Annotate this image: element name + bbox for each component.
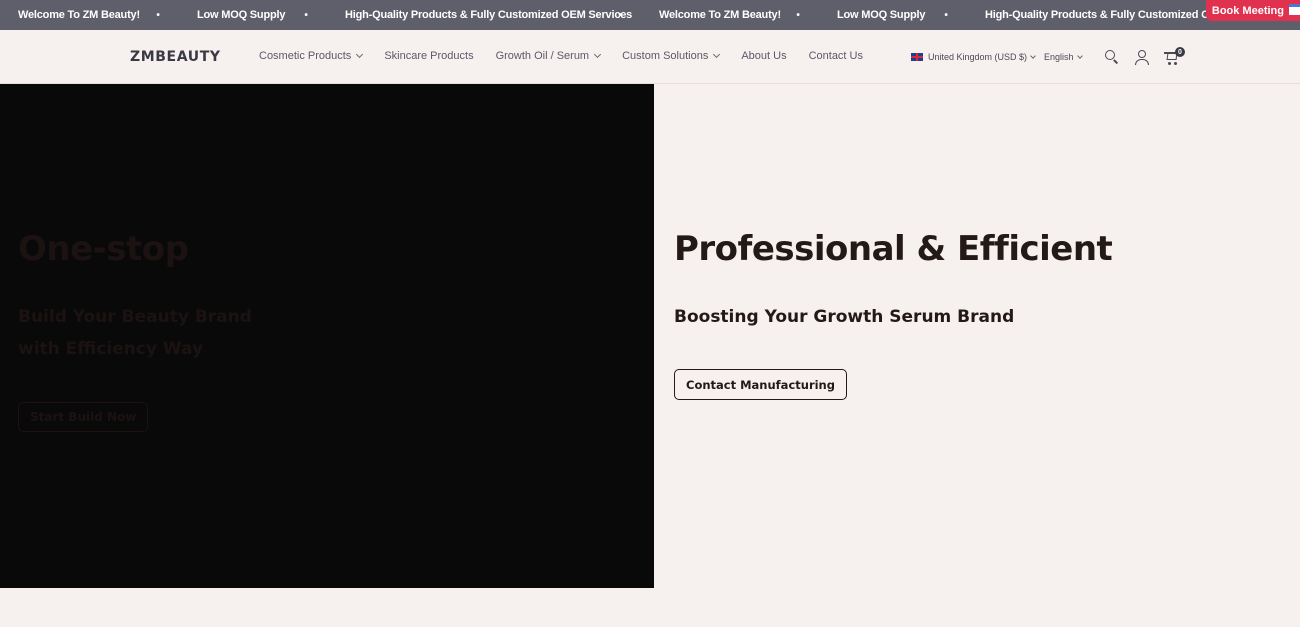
site-header: ZMBEAUTY Cosmetic Products Skincare Prod…: [0, 30, 1300, 84]
uk-flag-icon: [911, 53, 923, 61]
nav-item-cosmetic-products[interactable]: Cosmetic Products: [259, 50, 364, 62]
nav-item-label: Custom Solutions: [622, 50, 709, 62]
announcement-message: Welcome To ZM Beauty!: [659, 9, 781, 21]
nav-item-label: Cosmetic Products: [259, 50, 352, 62]
calendar-icon: [1289, 4, 1300, 15]
account-icon[interactable]: [1134, 49, 1150, 65]
hero-subtitle: Build Your Beauty Brand with Efficiency …: [18, 301, 318, 365]
nav-item-growth-oil-serum[interactable]: Growth Oil / Serum: [495, 50, 602, 62]
nav-item-about-us[interactable]: About Us: [741, 50, 786, 62]
language-label: English: [1044, 52, 1074, 62]
hero-subtitle-line: Build Your Beauty Brand: [18, 307, 252, 327]
announcement-bar: Welcome To ZM Beauty! • Low MOQ Supply •…: [0, 0, 1300, 30]
hero-subtitle-line: with Efficiency Way: [18, 339, 204, 359]
nav-item-label: Skincare Products: [384, 50, 474, 62]
announcement-message: Welcome To ZM Beauty!: [18, 9, 140, 21]
book-meeting-button[interactable]: Book Meeting: [1205, 0, 1300, 21]
brand-logo[interactable]: ZMBEAUTY: [130, 49, 221, 65]
region-selector[interactable]: United Kingdom (USD $): [911, 52, 1036, 62]
start-build-button[interactable]: Start Build Now: [18, 402, 149, 432]
chevron-down-icon: [1030, 53, 1036, 59]
separator-dot: •: [304, 9, 308, 21]
hero-slide-light: Professional & Efficient Boosting Your G…: [654, 84, 1300, 588]
book-meeting-label: Book Meeting: [1211, 4, 1284, 17]
chevron-down-icon: [594, 50, 602, 59]
hero-title: Professional & Efficient: [674, 229, 1113, 269]
hero-slide-dark: One-stop Build Your Beauty Brand with Ef…: [0, 84, 654, 588]
nav-item-custom-solutions[interactable]: Custom Solutions: [622, 50, 721, 62]
contact-manufacturing-button[interactable]: Contact Manufacturing: [674, 369, 847, 400]
region-label: United Kingdom (USD $): [928, 52, 1028, 62]
chevron-down-icon: [356, 50, 364, 59]
nav-item-label: Growth Oil / Serum: [495, 50, 590, 62]
language-selector[interactable]: English: [1044, 52, 1083, 62]
separator-dot: •: [796, 9, 800, 21]
nav-item-label: About Us: [741, 50, 787, 62]
hero-title: One-stop: [18, 229, 189, 269]
announcement-message: Low MOQ Supply: [837, 9, 926, 21]
separator-dot: •: [156, 9, 160, 21]
search-icon[interactable]: [1104, 49, 1120, 65]
chevron-down-icon: [713, 50, 721, 59]
announcement-ticker: Welcome To ZM Beauty! • Low MOQ Supply •…: [0, 0, 1272, 30]
separator-dot: •: [618, 9, 622, 21]
hero-subtitle: Boosting Your Growth Serum Brand: [674, 307, 1015, 327]
nav-item-skincare-products[interactable]: Skincare Products: [384, 50, 473, 62]
main-nav: Cosmetic Products Skincare Products Grow…: [259, 50, 885, 62]
nav-item-label: Contact Us: [808, 50, 863, 62]
announcement-message: High-Quality Products & Fully Customized…: [345, 9, 633, 21]
separator-dot: •: [944, 9, 948, 21]
nav-item-contact-us[interactable]: Contact Us: [809, 50, 863, 62]
announcement-message: Low MOQ Supply: [197, 9, 286, 21]
cart-count-badge: 0: [1175, 47, 1185, 57]
chevron-down-icon: [1076, 53, 1083, 59]
